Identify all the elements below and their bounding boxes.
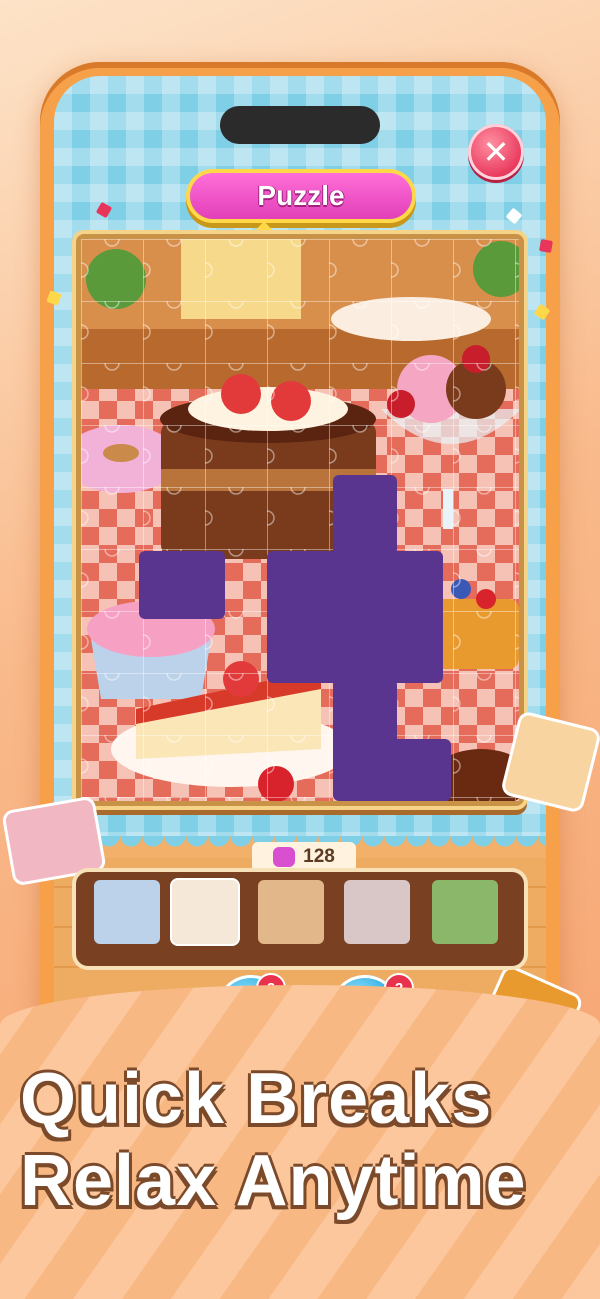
close-button[interactable]: ✕ bbox=[468, 124, 524, 180]
tray-piece[interactable] bbox=[172, 880, 238, 944]
phone-notch bbox=[220, 106, 380, 144]
tray-piece[interactable] bbox=[432, 880, 498, 944]
pieces-remaining-badge: 128 bbox=[252, 842, 356, 872]
headline-line-2: Relax Anytime bbox=[20, 1141, 527, 1221]
tray-piece[interactable] bbox=[94, 880, 160, 944]
puzzle-piece-icon bbox=[273, 847, 296, 867]
pieces-remaining-count: 128 bbox=[303, 846, 335, 867]
missing-piece-slot[interactable] bbox=[139, 551, 225, 619]
close-icon: ✕ bbox=[482, 133, 510, 171]
headline-line-1: Quick Breaks bbox=[20, 1059, 493, 1139]
missing-piece-slot[interactable] bbox=[381, 739, 451, 801]
missing-piece-slot[interactable] bbox=[267, 551, 443, 683]
puzzle-board[interactable] bbox=[81, 239, 519, 801]
tray-piece[interactable] bbox=[258, 880, 324, 944]
confetti bbox=[539, 239, 553, 253]
missing-piece-slot[interactable] bbox=[333, 475, 397, 555]
tray-piece[interactable] bbox=[344, 880, 410, 944]
page-title: Puzzle bbox=[257, 180, 345, 211]
title-banner: Puzzle bbox=[190, 173, 412, 219]
